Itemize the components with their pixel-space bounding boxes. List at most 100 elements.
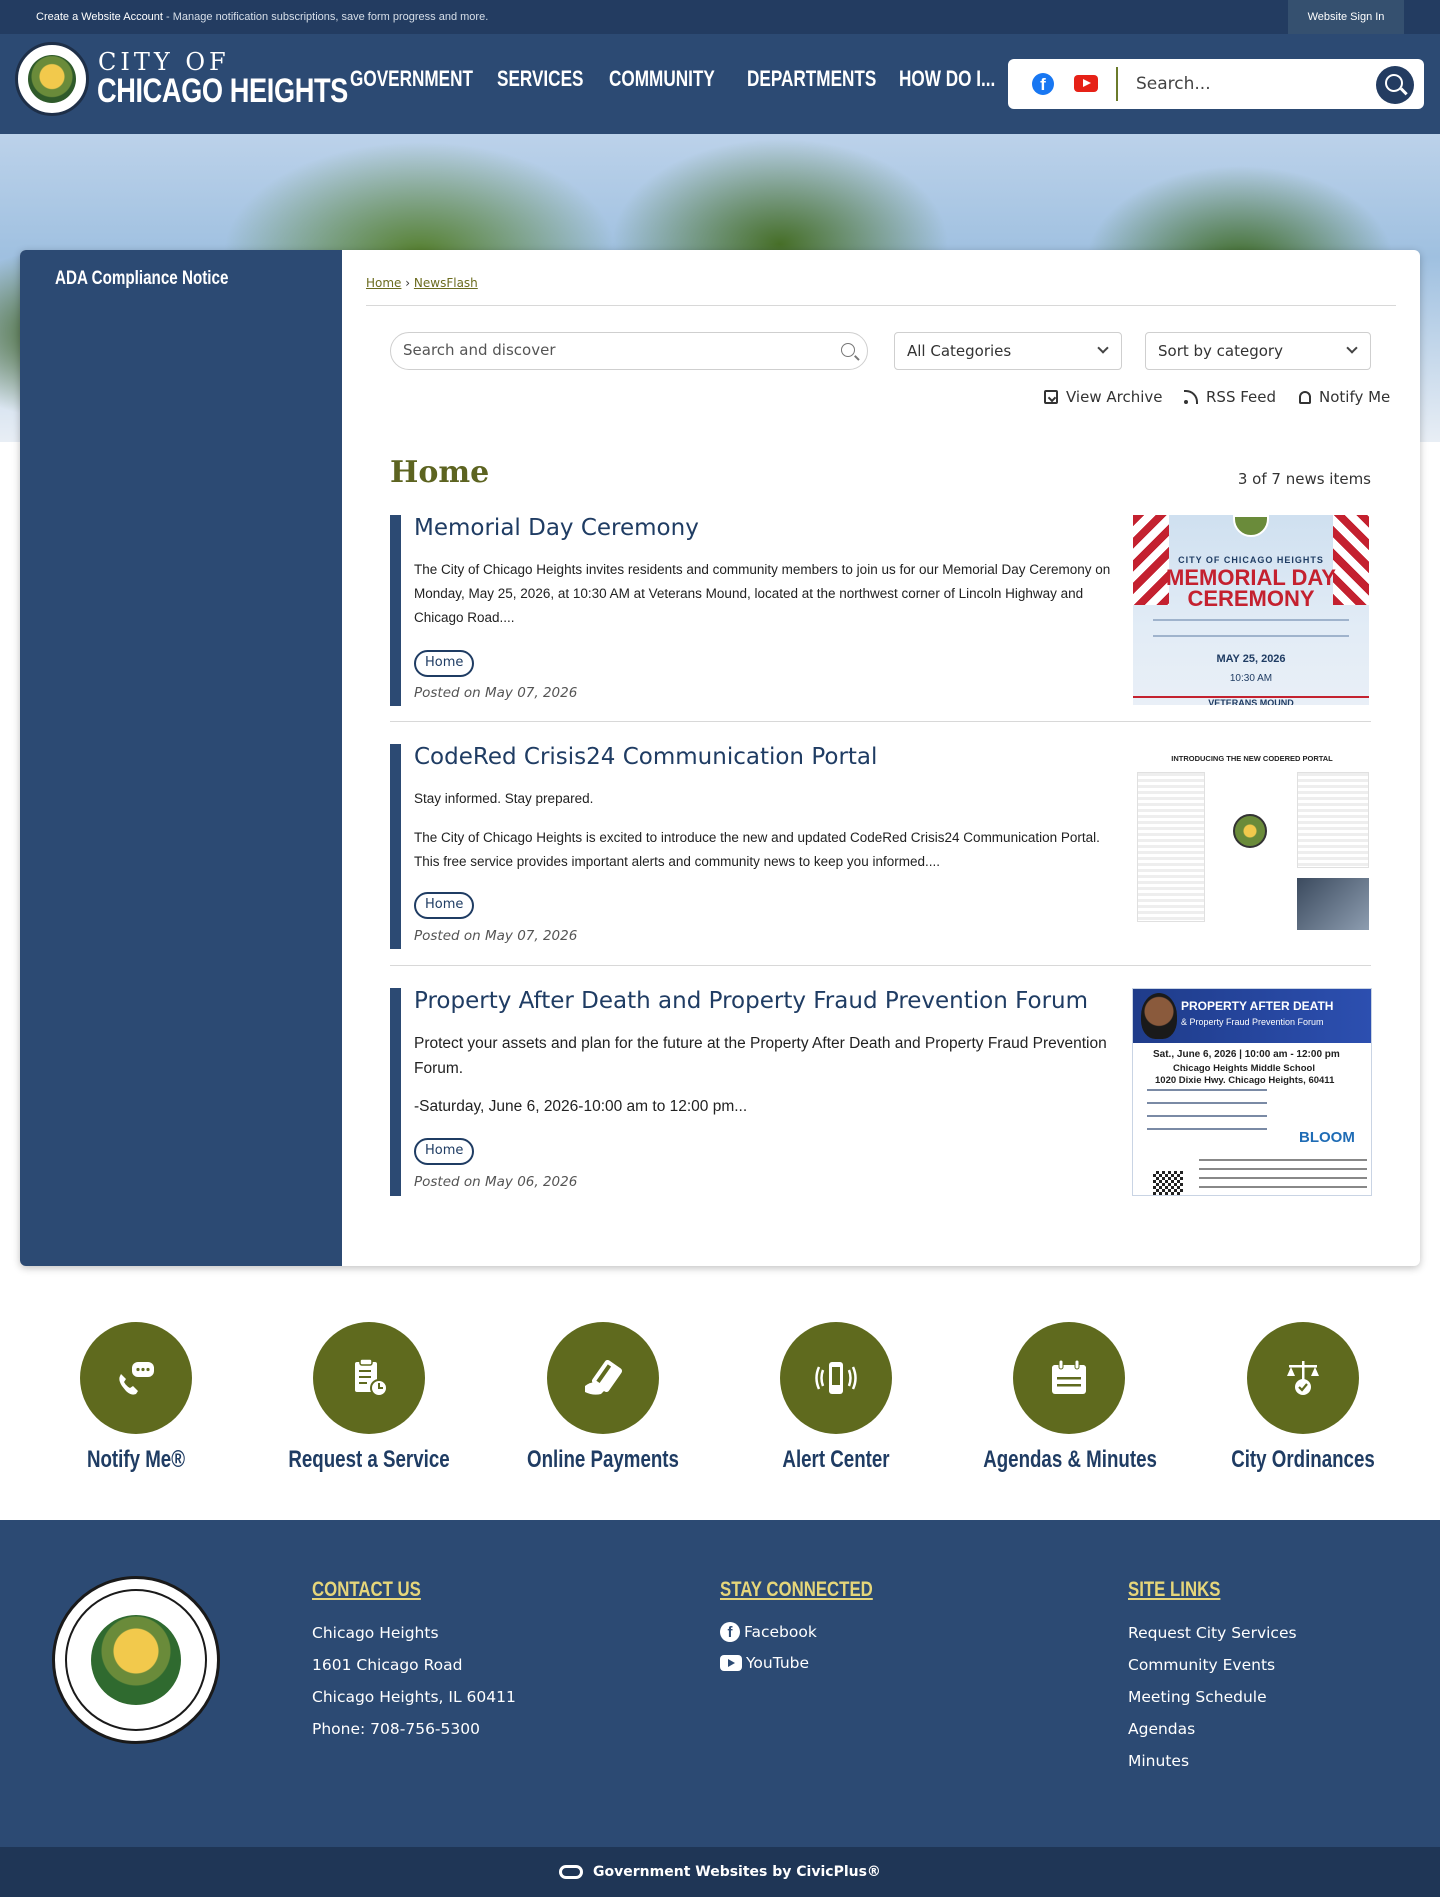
footer-stay-connected-heading[interactable]: STAY CONNECTED: [720, 1578, 873, 1602]
footer-youtube-link[interactable]: YouTube: [720, 1654, 809, 1672]
quick-link-city-ordinances[interactable]: City Ordinances: [1193, 1322, 1413, 1474]
breadcrumb-separator: ›: [405, 276, 411, 290]
property-forum-flyer-image[interactable]: PROPERTY AFTER DEATH & Property Fraud Pr…: [1132, 988, 1372, 1196]
city-seal-icon: [1233, 515, 1269, 537]
chevron-down-icon: [1346, 342, 1358, 354]
news-tag-button[interactable]: Home: [414, 892, 475, 919]
footer-contact-heading[interactable]: CONTACT US: [312, 1578, 421, 1602]
newsflash-content: Home › NewsFlash All Categories Sort by …: [342, 250, 1420, 1266]
speaker-photo: [1141, 993, 1177, 1039]
nav-how-do-i[interactable]: HOW DO I...: [899, 66, 995, 92]
city-seal-logo[interactable]: [15, 42, 89, 116]
news-item: Property After Death and Property Fraud …: [390, 988, 1372, 1228]
footer-site-links-heading[interactable]: SITE LINKS: [1128, 1578, 1220, 1602]
news-summary: Protect your assets and plan for the fut…: [414, 1035, 1107, 1077]
main-content-card: ADA Compliance Notice Home › NewsFlash A…: [20, 250, 1420, 1266]
view-archive-link[interactable]: View Archive: [1044, 388, 1163, 406]
category-select[interactable]: All Categories: [894, 332, 1122, 370]
civicplus-credit-link[interactable]: Government Websites by CivicPlus®: [593, 1864, 881, 1880]
quick-link-circle: [1247, 1322, 1359, 1434]
news-title[interactable]: Memorial Day Ceremony: [414, 515, 699, 541]
footer-site-link[interactable]: Agendas: [1128, 1720, 1195, 1738]
footer-site-link[interactable]: Minutes: [1128, 1752, 1189, 1770]
sort-select[interactable]: Sort by category: [1145, 332, 1371, 370]
account-promo-text: - Manage notification subscriptions, sav…: [162, 11, 489, 23]
top-utility-bar: Create a Website Account - Manage notifi…: [0, 0, 1440, 34]
nav-community[interactable]: COMMUNITY: [609, 66, 715, 92]
rss-icon: [1184, 390, 1198, 404]
footer-facebook-link[interactable]: f Facebook: [720, 1622, 817, 1642]
search-icon[interactable]: [841, 343, 855, 357]
footer-contact-line: Chicago Heights, IL 60411: [312, 1688, 516, 1706]
breadcrumb-newsflash[interactable]: NewsFlash: [414, 276, 478, 290]
quick-link-agendas-minutes[interactable]: Agendas & Minutes: [959, 1322, 1179, 1474]
footer-facebook-label: Facebook: [744, 1623, 817, 1641]
sidebar-item-ada-notice[interactable]: ADA Compliance Notice: [55, 268, 228, 290]
rss-feed-link[interactable]: RSS Feed: [1184, 388, 1276, 406]
header-search-area: f: [1008, 59, 1424, 109]
footer-site-link[interactable]: Community Events: [1128, 1656, 1275, 1674]
breadcrumb-divider: [366, 305, 1396, 306]
site-header: CITY OF CHICAGO HEIGHTS GOVERNMENT SERVI…: [0, 34, 1440, 134]
phone-photo: [1297, 878, 1369, 930]
flyer-address: 1020 Dixie Hwy. Chicago Heights, 60411: [1155, 1075, 1335, 1086]
notify-me-link[interactable]: Notify Me: [1299, 388, 1390, 406]
quick-link-label: Request a Service: [288, 1446, 450, 1473]
qr-code-icon: [1153, 1171, 1183, 1195]
news-posted-date: Posted on May 07, 2026: [414, 685, 578, 701]
youtube-icon[interactable]: [1074, 75, 1098, 92]
nav-government[interactable]: GOVERNMENT: [350, 66, 473, 92]
news-accent-bar: [390, 744, 401, 949]
city-seal-logo[interactable]: [52, 1576, 220, 1744]
card-hand-icon: [585, 1359, 623, 1395]
news-summary: The City of Chicago Heights invites resi…: [414, 562, 1111, 625]
breadcrumb: Home › NewsFlash: [366, 276, 478, 290]
chevron-down-icon: [1097, 342, 1109, 354]
news-title[interactable]: Property After Death and Property Fraud …: [414, 988, 1088, 1014]
quick-link-notify-me[interactable]: Notify Me®: [26, 1322, 246, 1474]
news-tag-button[interactable]: Home: [414, 650, 475, 677]
quick-link-alert-center[interactable]: Alert Center: [726, 1322, 946, 1474]
news-summary: The City of Chicago Heights is excited t…: [414, 830, 1100, 869]
flyer-body-text-block: [1153, 619, 1349, 637]
quick-link-circle: [313, 1322, 425, 1434]
quick-link-circle: [1013, 1322, 1125, 1434]
sort-select-value: Sort by category: [1158, 342, 1283, 360]
site-search-input[interactable]: [1136, 69, 1376, 99]
memorial-day-flyer-image[interactable]: CITY OF CHICAGO HEIGHTS MEMORIAL DAY CER…: [1133, 515, 1369, 705]
nav-departments[interactable]: DEPARTMENTS: [747, 66, 876, 92]
logo-name-text[interactable]: CHICAGO HEIGHTS: [97, 72, 348, 111]
website-sign-in-button[interactable]: Website Sign In: [1288, 0, 1404, 34]
breadcrumb-home[interactable]: Home: [366, 276, 401, 290]
nav-services[interactable]: SERVICES: [497, 66, 583, 92]
quick-link-circle: [780, 1322, 892, 1434]
news-search-input[interactable]: [403, 341, 823, 359]
news-tag-button[interactable]: Home: [414, 1138, 475, 1165]
youtube-icon: [720, 1655, 742, 1671]
bloom-logo: BLOOM: [1299, 1129, 1355, 1146]
search-icon[interactable]: [1376, 66, 1414, 104]
quick-link-label: Notify Me®: [86, 1446, 186, 1473]
news-title[interactable]: CodeRed Crisis24 Communication Portal: [414, 744, 877, 770]
footer-site-link[interactable]: Request City Services: [1128, 1624, 1297, 1642]
quick-link-request-service[interactable]: Request a Service: [259, 1322, 479, 1474]
bell-icon: [1299, 390, 1311, 404]
flyer-place: VETERANS MOUND: [1133, 696, 1369, 705]
site-footer: CONTACT US Chicago Heights 1601 Chicago …: [0, 1520, 1440, 1847]
flyer-footer-text: [1199, 1159, 1367, 1195]
footer-site-link[interactable]: Meeting Schedule: [1128, 1688, 1267, 1706]
create-account-link[interactable]: Create a Website Account: [36, 11, 163, 23]
quick-link-online-payments[interactable]: Online Payments: [493, 1322, 713, 1474]
civicplus-logo-icon: [559, 1865, 584, 1879]
flyer-venue: Chicago Heights Middle School: [1173, 1063, 1315, 1074]
quick-link-circle: [547, 1322, 659, 1434]
clipboard-clock-icon: [355, 1358, 388, 1397]
footer-contact-line: Phone: 708-756-5300: [312, 1720, 480, 1738]
codered-flyer-image[interactable]: INTRODUCING THE NEW CODERED PORTAL: [1133, 744, 1371, 944]
flyer-header: INTRODUCING THE NEW CODERED PORTAL: [1171, 754, 1333, 763]
phone-vibrate-icon: [815, 1362, 857, 1394]
facebook-icon[interactable]: f: [1032, 73, 1054, 95]
flyer-time: 10:30 AM: [1229, 673, 1273, 684]
civicplus-credit-bar: Government Websites by CivicPlus®: [0, 1847, 1440, 1897]
news-summary: -Saturday, June 6, 2026-10:00 am to 12:0…: [414, 1098, 748, 1115]
